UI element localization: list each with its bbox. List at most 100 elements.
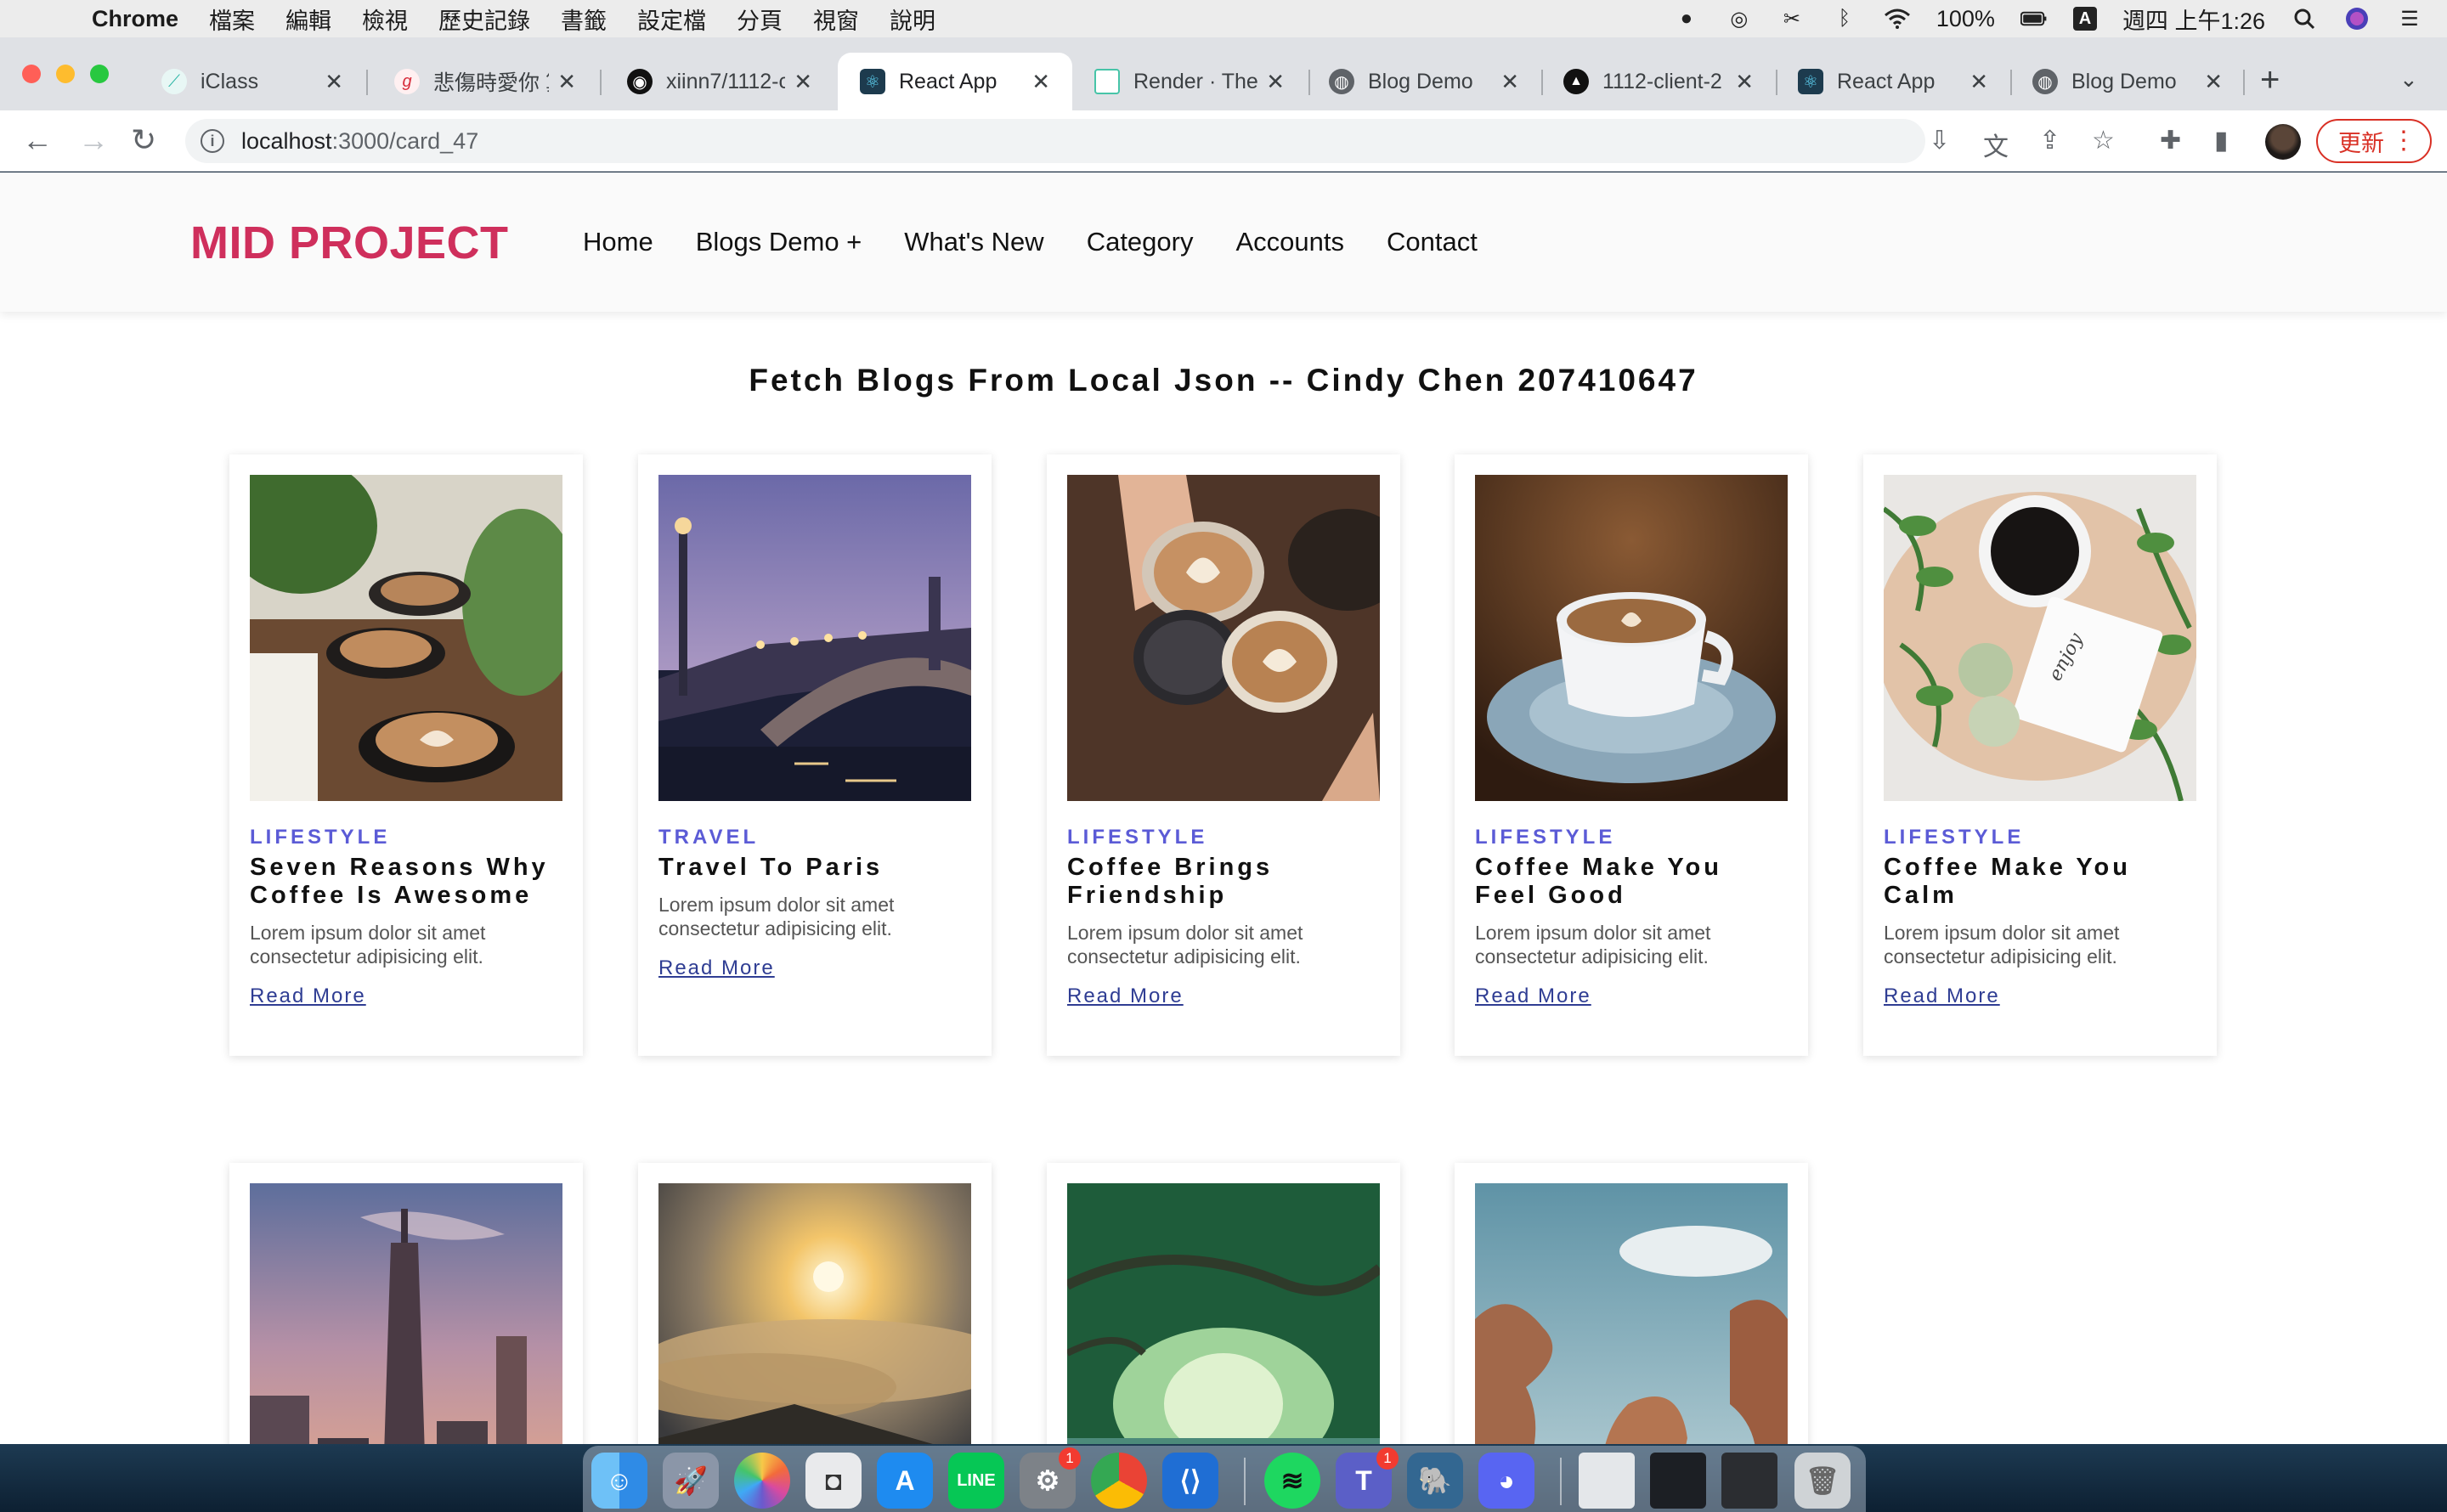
browser-tab-blog-demo[interactable]: ◍ Blog Demo ✕ xyxy=(1307,53,1541,110)
battery-icon[interactable] xyxy=(2020,7,2048,31)
menu-profiles[interactable]: 設定檔 xyxy=(637,3,706,36)
card-image-taipei-101 xyxy=(250,1183,562,1444)
menu-file[interactable]: 檔案 xyxy=(209,3,255,36)
bluetooth-icon[interactable]: ᛒ xyxy=(1831,7,1858,31)
tab-close-icon[interactable]: ✕ xyxy=(1969,69,1988,95)
nav-whats-new[interactable]: What's New xyxy=(904,227,1043,257)
screenshot-icon[interactable]: ◘ xyxy=(805,1453,862,1509)
blog-card: LIFESTYLE Seven Reasons Why Coffee Is Aw… xyxy=(229,454,583,1056)
site-brand[interactable]: MID PROJECT xyxy=(190,217,509,269)
install-app-icon[interactable]: ⇩ xyxy=(1929,126,1950,155)
finder-icon[interactable]: ☺ xyxy=(591,1453,647,1509)
iclass-icon: ⟋ xyxy=(161,69,187,94)
tab-title: React App xyxy=(1837,69,1936,93)
read-more-link[interactable]: Read More xyxy=(1475,984,1591,1008)
menu-bookmarks[interactable]: 書籤 xyxy=(561,3,607,36)
menu-app-name[interactable]: Chrome xyxy=(92,6,178,32)
battery-percent: 100% xyxy=(1936,5,1995,31)
site-info-icon[interactable]: i xyxy=(201,129,224,153)
menu-view[interactable]: 檢視 xyxy=(362,3,408,36)
browser-tab-react-app-active[interactable]: ⚛ React App ✕ xyxy=(838,53,1072,110)
translate-icon[interactable]: 文 xyxy=(1983,126,2009,163)
window-close-button[interactable] xyxy=(22,65,41,83)
minimized-window-thumbnail[interactable] xyxy=(1579,1453,1635,1509)
postgresql-elephant-icon[interactable]: 🐘 xyxy=(1407,1453,1463,1509)
nav-home[interactable]: Home xyxy=(583,227,653,257)
spotify-icon[interactable]: ≋ xyxy=(1264,1453,1320,1509)
extensions-puzzle-icon[interactable]: ✚ xyxy=(2160,126,2181,155)
tab-close-icon[interactable]: ✕ xyxy=(1031,69,1050,95)
github-icon: ◉ xyxy=(627,69,653,94)
window-minimize-button[interactable] xyxy=(56,65,75,83)
tab-close-icon[interactable]: ✕ xyxy=(1266,69,1285,95)
browser-tab-blog-demo-2[interactable]: ◍ Blog Demo ✕ xyxy=(2010,53,2245,110)
app-store-icon[interactable]: A xyxy=(877,1453,933,1509)
browser-tab-react-app[interactable]: ⚛ React App ✕ xyxy=(1776,53,2010,110)
menu-history[interactable]: 歷史記錄 xyxy=(438,3,530,36)
tab-close-icon[interactable]: ✕ xyxy=(1735,69,1754,95)
photos-icon[interactable] xyxy=(734,1453,790,1509)
share-icon[interactable]: ⇪ xyxy=(2039,126,2060,155)
menu-window[interactable]: 視窗 xyxy=(813,3,859,36)
vscode-icon[interactable]: ⟨⟩ xyxy=(1162,1453,1218,1509)
tab-close-icon[interactable]: ✕ xyxy=(1500,69,1519,95)
trash-icon[interactable]: 🗑 xyxy=(1794,1453,1851,1509)
creative-cloud-icon[interactable]: ◎ xyxy=(1726,7,1753,31)
spotlight-search-icon[interactable] xyxy=(2291,7,2318,31)
browser-tab-render[interactable]: Render · The ✕ xyxy=(1072,53,1307,110)
menu-tab[interactable]: 分頁 xyxy=(737,3,783,36)
update-button[interactable]: 更新 ⋮ xyxy=(2316,119,2432,163)
nav-accounts[interactable]: Accounts xyxy=(1235,227,1344,257)
read-more-link[interactable]: Read More xyxy=(1884,984,2000,1008)
browser-toolbar: ← → ↻ i localhost:3000/card_47 ⇩ 文 ⇪ ☆ ✚… xyxy=(0,110,2447,172)
nav-category[interactable]: Category xyxy=(1087,227,1194,257)
menubar-clock[interactable]: 週四 上午1:26 xyxy=(2122,3,2265,36)
menu-help[interactable]: 說明 xyxy=(890,3,935,36)
more-menu-icon[interactable]: ⋮ xyxy=(2391,126,2416,155)
line-status-icon[interactable]: ● xyxy=(1673,7,1700,31)
nav-contact[interactable]: Contact xyxy=(1387,227,1478,257)
chrome-icon[interactable] xyxy=(1091,1453,1147,1509)
browser-tab-github[interactable]: ◉ xiinn7/1112-c ✕ xyxy=(605,53,834,110)
card-description: Lorem ipsum dolor sit amet consectetur a… xyxy=(1475,922,1711,968)
new-tab-plus-icon[interactable]: + xyxy=(2260,61,2280,99)
profile-avatar[interactable] xyxy=(2265,124,2301,160)
card-category: LIFESTYLE xyxy=(250,826,391,849)
menu-edit[interactable]: 編輯 xyxy=(285,3,331,36)
read-more-link[interactable]: Read More xyxy=(250,984,366,1008)
scissors-icon[interactable]: ✂ xyxy=(1778,7,1806,31)
tab-close-icon[interactable]: ✕ xyxy=(325,69,343,95)
back-arrow-icon[interactable]: ← xyxy=(22,122,53,158)
input-method-icon[interactable]: A xyxy=(2072,7,2097,31)
web-page: MID PROJECT Home Blogs Demo + What's New… xyxy=(0,172,2447,1444)
browser-tab-iclass[interactable]: ⟋ iClass ✕ xyxy=(139,53,365,110)
wifi-icon[interactable] xyxy=(1884,7,1911,31)
browser-tab-lyrics[interactable]: g 悲傷時愛你 算 ✕ xyxy=(372,53,598,110)
tab-close-icon[interactable]: ✕ xyxy=(2204,69,2223,95)
line-app-icon[interactable]: LINE xyxy=(948,1453,1004,1509)
minimized-terminal-thumbnail[interactable] xyxy=(1650,1453,1706,1509)
discord-icon[interactable]: ◕ xyxy=(1478,1453,1534,1509)
tab-search-chevron-icon[interactable]: ⌄ xyxy=(2399,66,2418,93)
read-more-link[interactable]: Read More xyxy=(1067,984,1184,1008)
card-category: LIFESTYLE xyxy=(1475,826,1616,849)
browser-tab-vercel[interactable]: ▲ 1112-client-2 ✕ xyxy=(1541,53,1776,110)
side-panel-icon[interactable]: ▮ xyxy=(2214,126,2229,155)
bookmark-star-icon[interactable]: ☆ xyxy=(2092,126,2115,155)
address-bar[interactable]: i localhost:3000/card_47 xyxy=(185,119,1925,163)
control-center-icon[interactable]: ☰ xyxy=(2396,7,2423,31)
tab-close-icon[interactable]: ✕ xyxy=(794,69,812,95)
minimized-discord-thumbnail[interactable] xyxy=(1721,1453,1777,1509)
react-icon: ⚛ xyxy=(1798,69,1823,94)
dock-divider xyxy=(1244,1458,1246,1505)
forward-arrow-icon[interactable]: → xyxy=(78,122,109,158)
nav-blogs-demo[interactable]: Blogs Demo + xyxy=(696,227,862,257)
window-zoom-button[interactable] xyxy=(90,65,109,83)
reload-icon[interactable]: ↻ xyxy=(131,122,156,158)
launchpad-rocket-icon[interactable]: 🚀 xyxy=(663,1453,719,1509)
tab-close-icon[interactable]: ✕ xyxy=(557,69,576,95)
card-image-sea-rocks xyxy=(1475,1183,1788,1444)
read-more-link[interactable]: Read More xyxy=(658,956,775,980)
siri-icon[interactable] xyxy=(2343,7,2371,31)
card-title: Seven Reasons Why Coffee Is Awesome xyxy=(250,854,549,909)
